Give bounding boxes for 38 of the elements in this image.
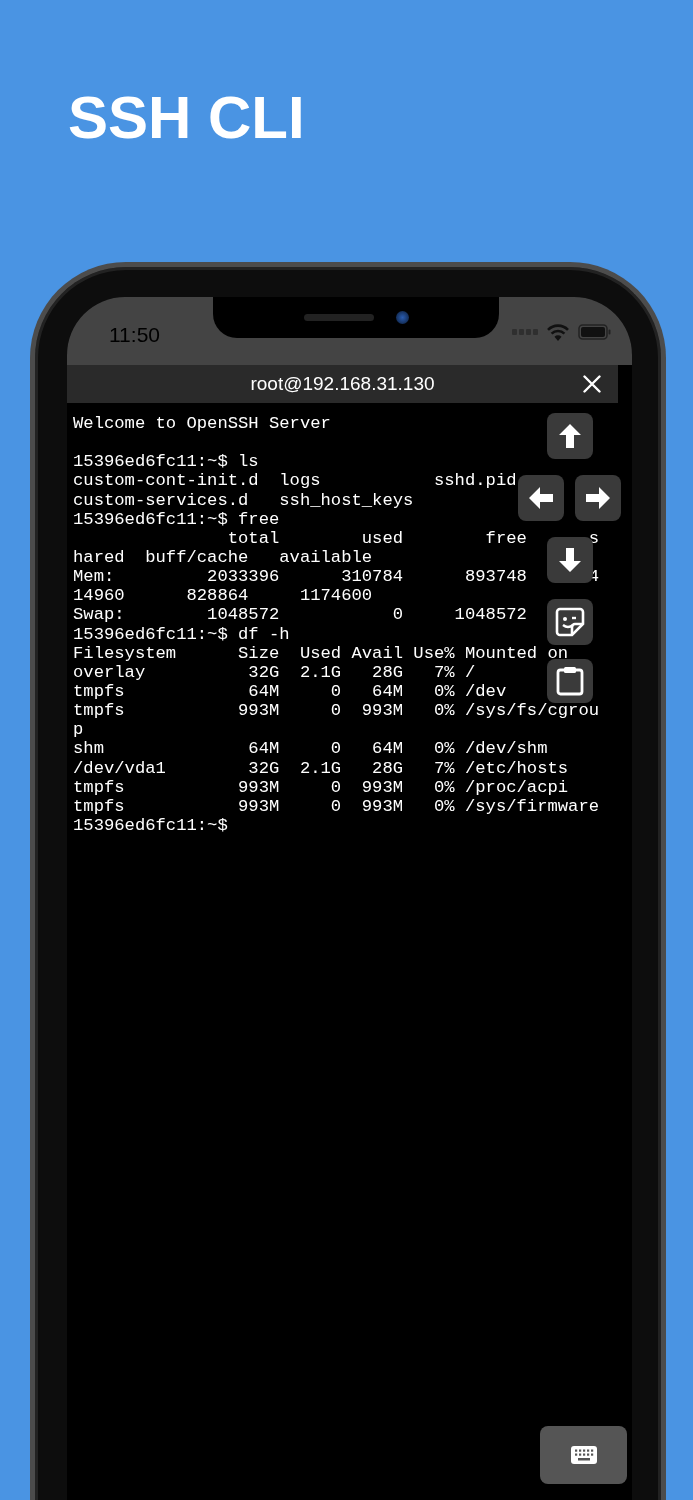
terminal-line: 15396ed6fc11:~$ ls [73, 452, 259, 472]
smiley-note-icon [555, 607, 585, 637]
terminal-line: shm 64M 0 64M 0% /dev/shm [73, 739, 548, 759]
terminal-line: 14960 828864 1174600 [73, 586, 373, 606]
terminal-line: custom-services.d ssh_host_keys [73, 490, 414, 510]
clipboard-icon [556, 666, 584, 696]
arrow-left-button[interactable] [518, 475, 564, 521]
arrow-up-icon [559, 424, 581, 448]
keyboard-icon [570, 1446, 597, 1464]
status-time: 11:50 [109, 323, 160, 347]
terminal-line: overlay 32G 2.1G 28G 7% / [73, 662, 476, 682]
terminal-line: /dev/vda1 32G 2.1G 28G 7% /etc/hosts [73, 758, 569, 778]
terminal-line: hared buff/cache available [73, 548, 373, 568]
terminal-line: Swap: 1048572 0 1048572 [73, 605, 527, 625]
close-icon[interactable] [583, 375, 601, 393]
sticker-button[interactable] [547, 599, 593, 645]
terminal-line: custom-cont-init.d logs sshd.pid [73, 471, 517, 491]
terminal-line: 15396ed6fc11:~$ df -h [73, 624, 290, 644]
terminal-line: 15396ed6fc11:~$ [73, 815, 228, 836]
terminal-line: Filesystem Size Used Avail Use% Mounted on [73, 643, 569, 663]
clipboard-button[interactable] [547, 659, 593, 703]
arrow-down-icon [559, 548, 581, 572]
terminal-line: Welcome to OpenSSH Server [73, 414, 331, 434]
terminal-line: tmpfs 993M 0 993M 0% /sys/fs/cgrou [73, 701, 600, 721]
terminal-line: p [73, 720, 84, 740]
terminal-line: 15396ed6fc11:~$ free [73, 509, 280, 529]
battery-icon [578, 324, 612, 340]
terminal-line: tmpfs 993M 0 993M 0% /proc/acpi [73, 777, 569, 797]
arrow-right-button[interactable] [575, 475, 621, 521]
keyboard-button[interactable] [540, 1426, 627, 1484]
session-title: root@192.168.31.130 [250, 373, 435, 395]
arrow-left-icon [529, 487, 553, 509]
headline: SSH CLI [67, 83, 306, 153]
terminal-line: tmpfs 64M 0 64M 0% /dev [73, 681, 507, 702]
arrow-right-icon [586, 487, 610, 509]
terminal-line: tmpfs 993M 0 993M 0% /sys/firmware [73, 796, 600, 816]
arrow-up-button[interactable] [547, 413, 593, 459]
wifi-icon [546, 323, 570, 341]
